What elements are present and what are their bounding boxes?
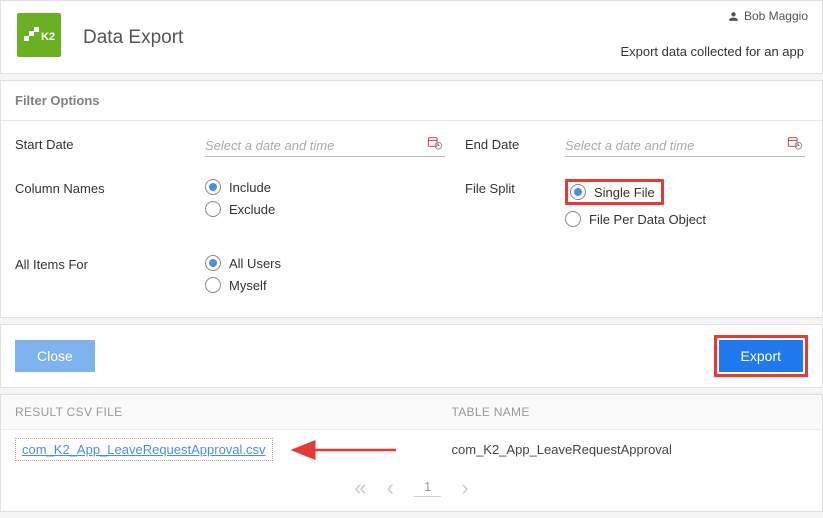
close-button[interactable]: Close [15,340,95,372]
column-names-exclude-option[interactable]: Exclude [205,201,465,217]
action-bar: Close Export [0,324,823,388]
file-split-label: File Split [465,179,565,196]
page-title: Data Export [83,27,183,49]
end-date-label: End Date [465,135,565,152]
column-names-label: Column Names [15,179,205,196]
radio-icon [570,184,586,200]
column-names-options: Include Exclude [205,179,465,223]
calendar-clock-icon[interactable] [787,135,803,154]
results-row: com_K2_App_LeaveRequestApproval.csv com_… [1,430,822,469]
k2-logo: K2 [17,13,61,57]
pager: « ‹ 1 › [1,469,822,511]
all-items-for-label: All Items For [15,255,205,272]
file-split-single-option[interactable]: Single File [570,184,655,200]
results-header-csv: RESULT CSV FILE [15,405,412,419]
csv-file-link[interactable]: com_K2_App_LeaveRequestApproval.csv [15,438,273,461]
radio-icon [205,255,221,271]
pager-next-icon[interactable]: › [461,475,468,501]
app-header: K2 Data Export Bob Maggio Export data co… [0,0,823,74]
radio-icon [565,211,581,227]
pager-first-icon[interactable]: « [354,475,366,501]
pager-current[interactable]: 1 [414,479,441,497]
user-name: Bob Maggio [744,9,808,23]
table-name-value: com_K2_App_LeaveRequestApproval [412,442,809,457]
results-panel: RESULT CSV FILE TABLE NAME com_K2_App_Le… [0,394,823,512]
page-subtitle: Export data collected for an app [620,44,804,59]
start-date-input[interactable]: Select a date and time [205,135,445,157]
file-split-options: Single File File Per Data Object [565,179,823,233]
radio-icon [205,201,221,217]
user-badge[interactable]: Bob Maggio [727,9,808,23]
annotation-highlight: Export [714,335,808,377]
filter-section-title: Filter Options [1,81,822,121]
annotation-arrow-icon [281,440,401,463]
all-items-myself-option[interactable]: Myself [205,277,465,293]
radio-icon [205,277,221,293]
all-items-for-options: All Users Myself [205,255,465,299]
annotation-highlight: Single File [565,179,664,205]
end-date-input[interactable]: Select a date and time [565,135,805,157]
results-header-table: TABLE NAME [412,405,809,419]
filter-panel: Filter Options Start Date Select a date … [0,80,823,318]
start-date-label: Start Date [15,135,205,152]
user-icon [727,10,740,23]
file-split-per-object-option[interactable]: File Per Data Object [565,211,823,227]
pager-prev-icon[interactable]: ‹ [387,475,394,501]
column-names-include-option[interactable]: Include [205,179,465,195]
all-items-all-users-option[interactable]: All Users [205,255,465,271]
radio-icon [205,179,221,195]
export-button[interactable]: Export [719,340,803,372]
calendar-clock-icon[interactable] [427,135,443,154]
